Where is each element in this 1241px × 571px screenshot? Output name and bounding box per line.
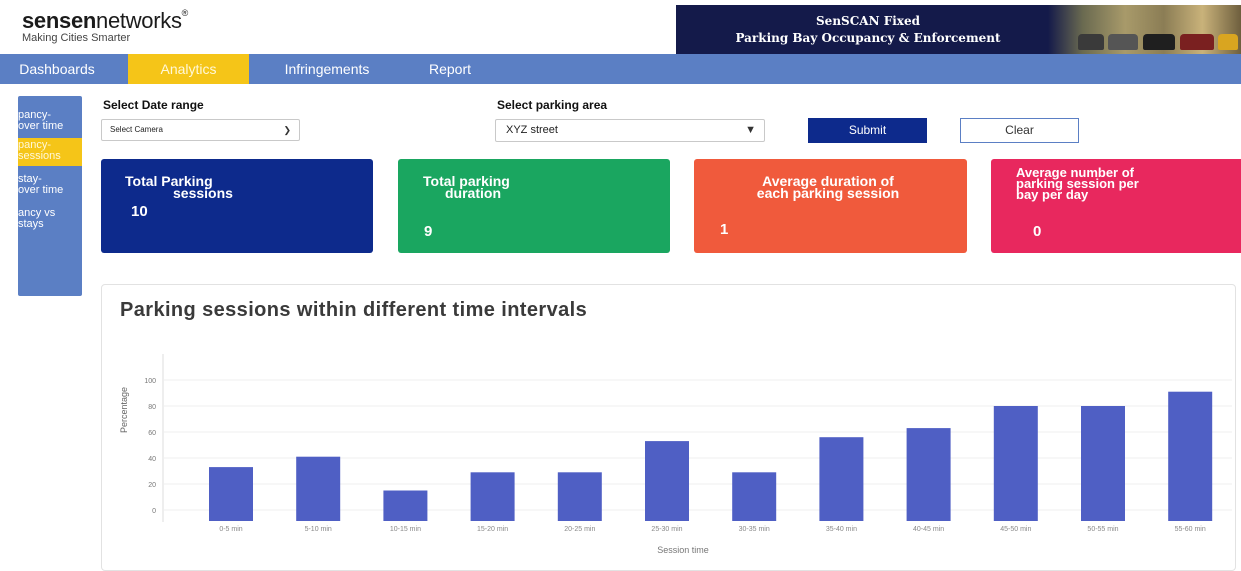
- bar-25-30-min: [645, 441, 689, 521]
- bar-50-55-min: [1081, 406, 1125, 521]
- y-axis-label: Percentage: [119, 387, 129, 433]
- bar-30-35-min: [732, 472, 777, 521]
- bar-10-15-min: [383, 490, 428, 521]
- x-tick-label: 10-15 min: [390, 526, 421, 533]
- y-tick-label: 0: [152, 508, 156, 515]
- x-tick-label: 40-45 min: [913, 526, 944, 533]
- x-tick-label: 5-10 min: [305, 526, 332, 533]
- bar-5-10-min: [296, 456, 341, 521]
- parking-sessions-bar-chart: 0 20 40 60 80 100 Percentage 0-5 min 5-10 min 10-…: [119, 354, 1232, 555]
- bar-35-40-min: [819, 437, 864, 521]
- bar-55-60-min: [1168, 391, 1213, 521]
- x-tick-label: 25-30 min: [651, 526, 682, 533]
- x-tick-label: 0-5 min: [219, 526, 242, 533]
- y-tick-label: 60: [148, 430, 156, 437]
- bar-20-25-min: [557, 472, 602, 521]
- x-tick-label: 20-25 min: [564, 526, 595, 533]
- y-tick-label: 20: [148, 482, 156, 489]
- y-tick-label: 40: [148, 456, 156, 463]
- x-tick-label: 55-60 min: [1175, 526, 1206, 533]
- bar-15-20-min: [470, 472, 515, 521]
- y-tick-label: 80: [148, 404, 156, 411]
- x-axis-label: Session time: [657, 545, 709, 555]
- bar-0-5-min: [209, 467, 253, 521]
- x-tick-label: 35-40 min: [826, 526, 857, 533]
- y-tick-label: 100: [144, 378, 156, 385]
- x-tick-label: 50-55 min: [1087, 526, 1118, 533]
- x-tick-label: 45-50 min: [1000, 526, 1031, 533]
- bar-45-50-min: [993, 406, 1038, 521]
- bar-40-45-min: [906, 428, 951, 521]
- x-tick-label: 30-35 min: [739, 526, 770, 533]
- x-tick-label: 15-20 min: [477, 526, 508, 533]
